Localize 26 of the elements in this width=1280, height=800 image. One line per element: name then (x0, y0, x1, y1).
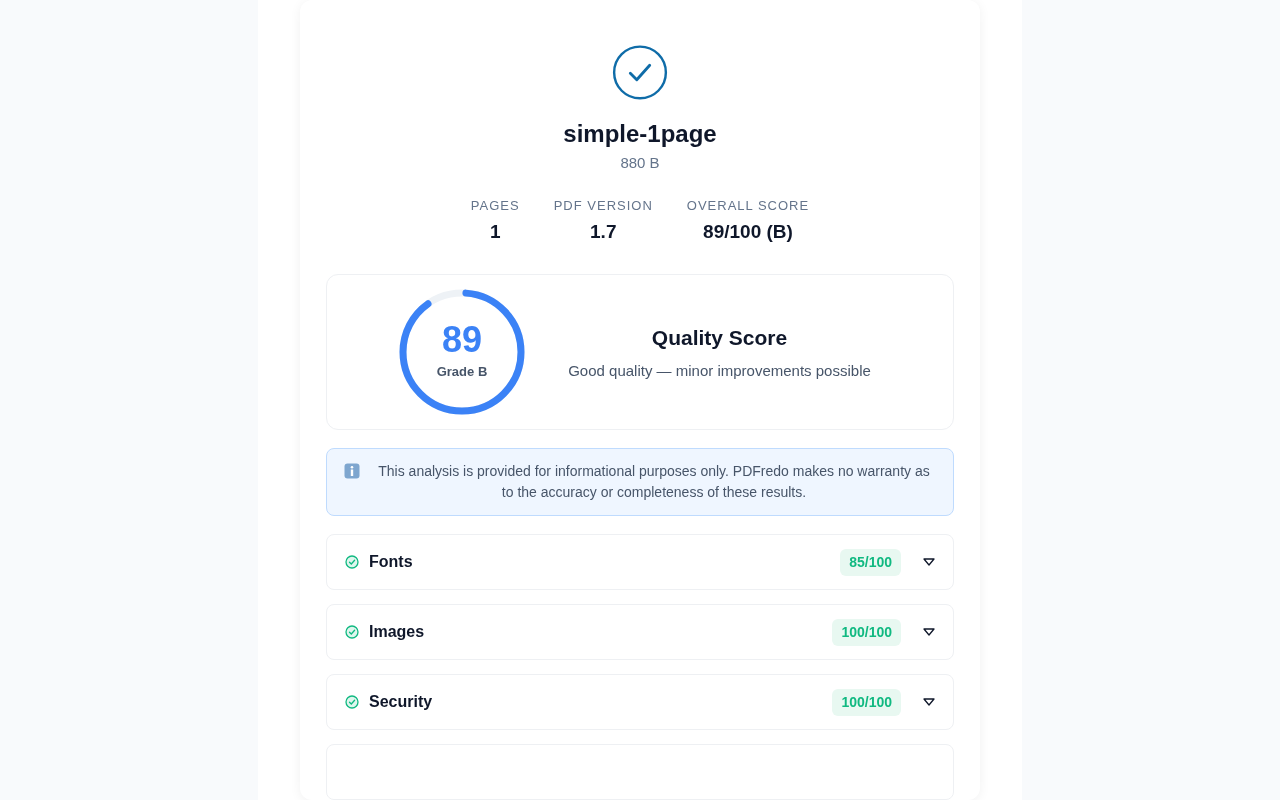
section-title: Images (369, 622, 426, 642)
quality-title: Quality Score (651, 325, 788, 352)
info-icon (344, 463, 360, 479)
stat-label: PDF VERSION (553, 197, 653, 216)
stat-value: 1 (489, 219, 501, 244)
section-header[interactable]: Images 100/100 (326, 604, 954, 660)
file-name: simple-1page (563, 118, 717, 149)
quality-description: Good quality — minor improvements possible (568, 360, 871, 381)
notice-text: This analysis is provided for informational purposes only. PDFredo makes no warranty as to the accuracy or completeness of these results. (377, 462, 931, 502)
caret-icon (923, 698, 935, 706)
section-header[interactable]: Fonts 85/100 (326, 534, 954, 590)
section-title: Fonts (369, 552, 414, 572)
section-header[interactable]: Security 100/100 (326, 674, 954, 730)
score-badge: 100/100 (832, 618, 901, 646)
score-badge: 85/100 (840, 548, 901, 576)
file-size: 880 B (620, 152, 660, 173)
stat-value: 89/100 (B) (703, 219, 793, 244)
score-badge: 100/100 (832, 688, 901, 716)
score-value: 89 (441, 322, 482, 359)
stat-label: OVERALL SCORE (686, 197, 810, 216)
grade-label: Grade B (436, 363, 488, 382)
stat-label: PAGES (470, 197, 520, 216)
caret-icon (923, 558, 935, 566)
stat-value: 1.7 (590, 219, 617, 244)
caret-icon (923, 628, 935, 636)
section-title: Security (369, 692, 434, 712)
